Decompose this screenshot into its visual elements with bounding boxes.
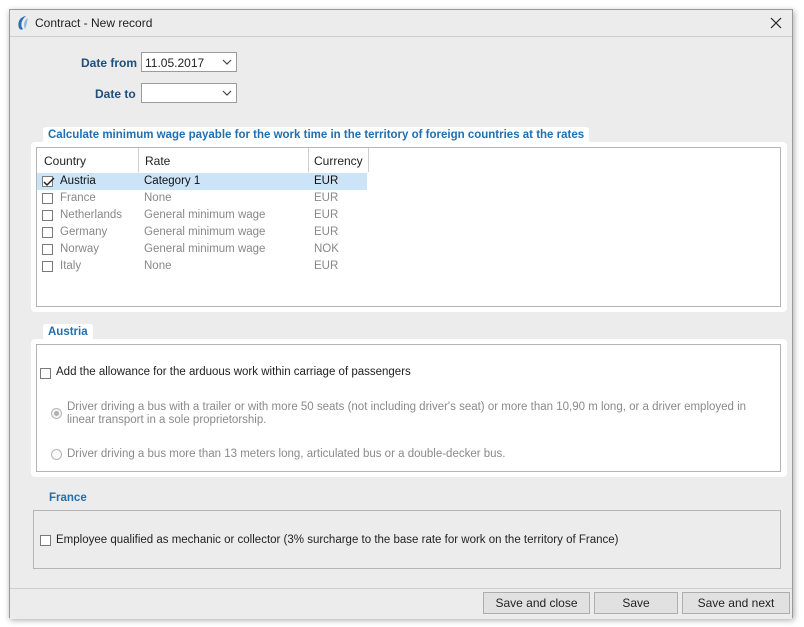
cell-country: Netherlands: [60, 209, 123, 221]
option1-label-line1: Driver driving a bus with a trailer or w…: [67, 401, 747, 413]
cell-country: Norway: [60, 243, 99, 255]
cell-rate: None: [144, 260, 172, 272]
window-title: Contract - New record: [35, 16, 153, 30]
cell-rate: General minimum wage: [144, 209, 266, 221]
cell-currency: EUR: [314, 175, 339, 187]
cell-rate: General minimum wage: [144, 226, 266, 238]
date-to-select[interactable]: [141, 83, 237, 103]
table-row[interactable]: Netherlands General minimum wage EUR: [37, 207, 367, 224]
row-checkbox[interactable]: [42, 210, 53, 221]
table-row[interactable]: Austria Category 1 EUR: [37, 173, 367, 190]
row-checkbox[interactable]: [42, 244, 53, 255]
mechanic-checkbox[interactable]: [40, 535, 51, 546]
austria-inner: Add the allowance for the arduous work w…: [36, 344, 781, 472]
mechanic-label: Employee qualified as mechanic or collec…: [56, 534, 619, 546]
checkmark-icon: [43, 177, 55, 187]
date-to-label: Date to: [95, 87, 136, 101]
wage-panel: Country Rate Currency Austria Category 1E…: [31, 142, 787, 312]
table-row[interactable]: Germany General minimum wage EUR: [37, 224, 367, 241]
chevron-down-icon: [222, 90, 232, 96]
france-section-title: France: [49, 492, 87, 504]
option1-radio[interactable]: [51, 408, 62, 419]
cell-country: Austria: [60, 175, 96, 187]
row-checkbox[interactable]: [42, 193, 53, 204]
table-row[interactable]: Norway General minimum wage NOK: [37, 241, 367, 258]
austria-section-title: Austria: [43, 324, 93, 340]
cell-rate: Category 1: [144, 175, 201, 187]
austria-panel: Add the allowance for the arduous work w…: [31, 339, 787, 477]
save-and-close-button[interactable]: Save and close: [483, 592, 590, 614]
contract-window: Contract - New record Date from 11.05.20…: [9, 9, 793, 619]
table-row[interactable]: Italy None EUR: [37, 258, 367, 275]
cell-rate: None: [144, 192, 172, 204]
date-from-label: Date from: [81, 56, 138, 70]
row-checkbox[interactable]: [42, 227, 53, 238]
option2-radio[interactable]: [51, 449, 62, 460]
cell-country: Germany: [60, 226, 108, 238]
allowance-checkbox[interactable]: [40, 368, 51, 379]
cell-country: France: [60, 192, 96, 204]
close-icon[interactable]: [766, 13, 786, 33]
wage-section-title: Calculate minimum wage payable for the w…: [43, 127, 590, 143]
title-bar: Contract - New record: [10, 10, 792, 37]
option2-label: Driver driving a bus more than 13 meters…: [67, 448, 506, 460]
cell-currency: NOK: [314, 243, 339, 255]
chevron-down-icon: [222, 59, 232, 65]
row-checkbox[interactable]: [42, 261, 53, 272]
cell-rate: General minimum wage: [144, 243, 266, 255]
cell-currency: EUR: [314, 209, 339, 221]
row-checkbox[interactable]: [42, 176, 55, 187]
option1-label-line2: linear transport in a sole proprietorshi…: [67, 414, 267, 426]
allowance-label: Add the allowance for the arduous work w…: [56, 366, 411, 378]
cell-country: Italy: [60, 260, 82, 272]
date-from-value: 11.05.2017: [145, 56, 205, 70]
table-row[interactable]: France None EUR: [37, 190, 367, 207]
save-button[interactable]: Save: [594, 592, 678, 614]
france-panel: Employee qualified as mechanic or collec…: [33, 510, 781, 569]
country-grid: Country Rate Currency Austria Category 1E…: [36, 147, 781, 307]
cell-currency: EUR: [314, 192, 339, 204]
save-and-next-button[interactable]: Save and next: [682, 592, 790, 614]
footer-bar: Save and close Save Save and next: [10, 588, 792, 619]
cell-currency: EUR: [314, 226, 339, 238]
date-from-select[interactable]: 11.05.2017: [141, 52, 237, 72]
cell-currency: EUR: [314, 260, 339, 272]
app-logo-icon: [18, 16, 28, 30]
